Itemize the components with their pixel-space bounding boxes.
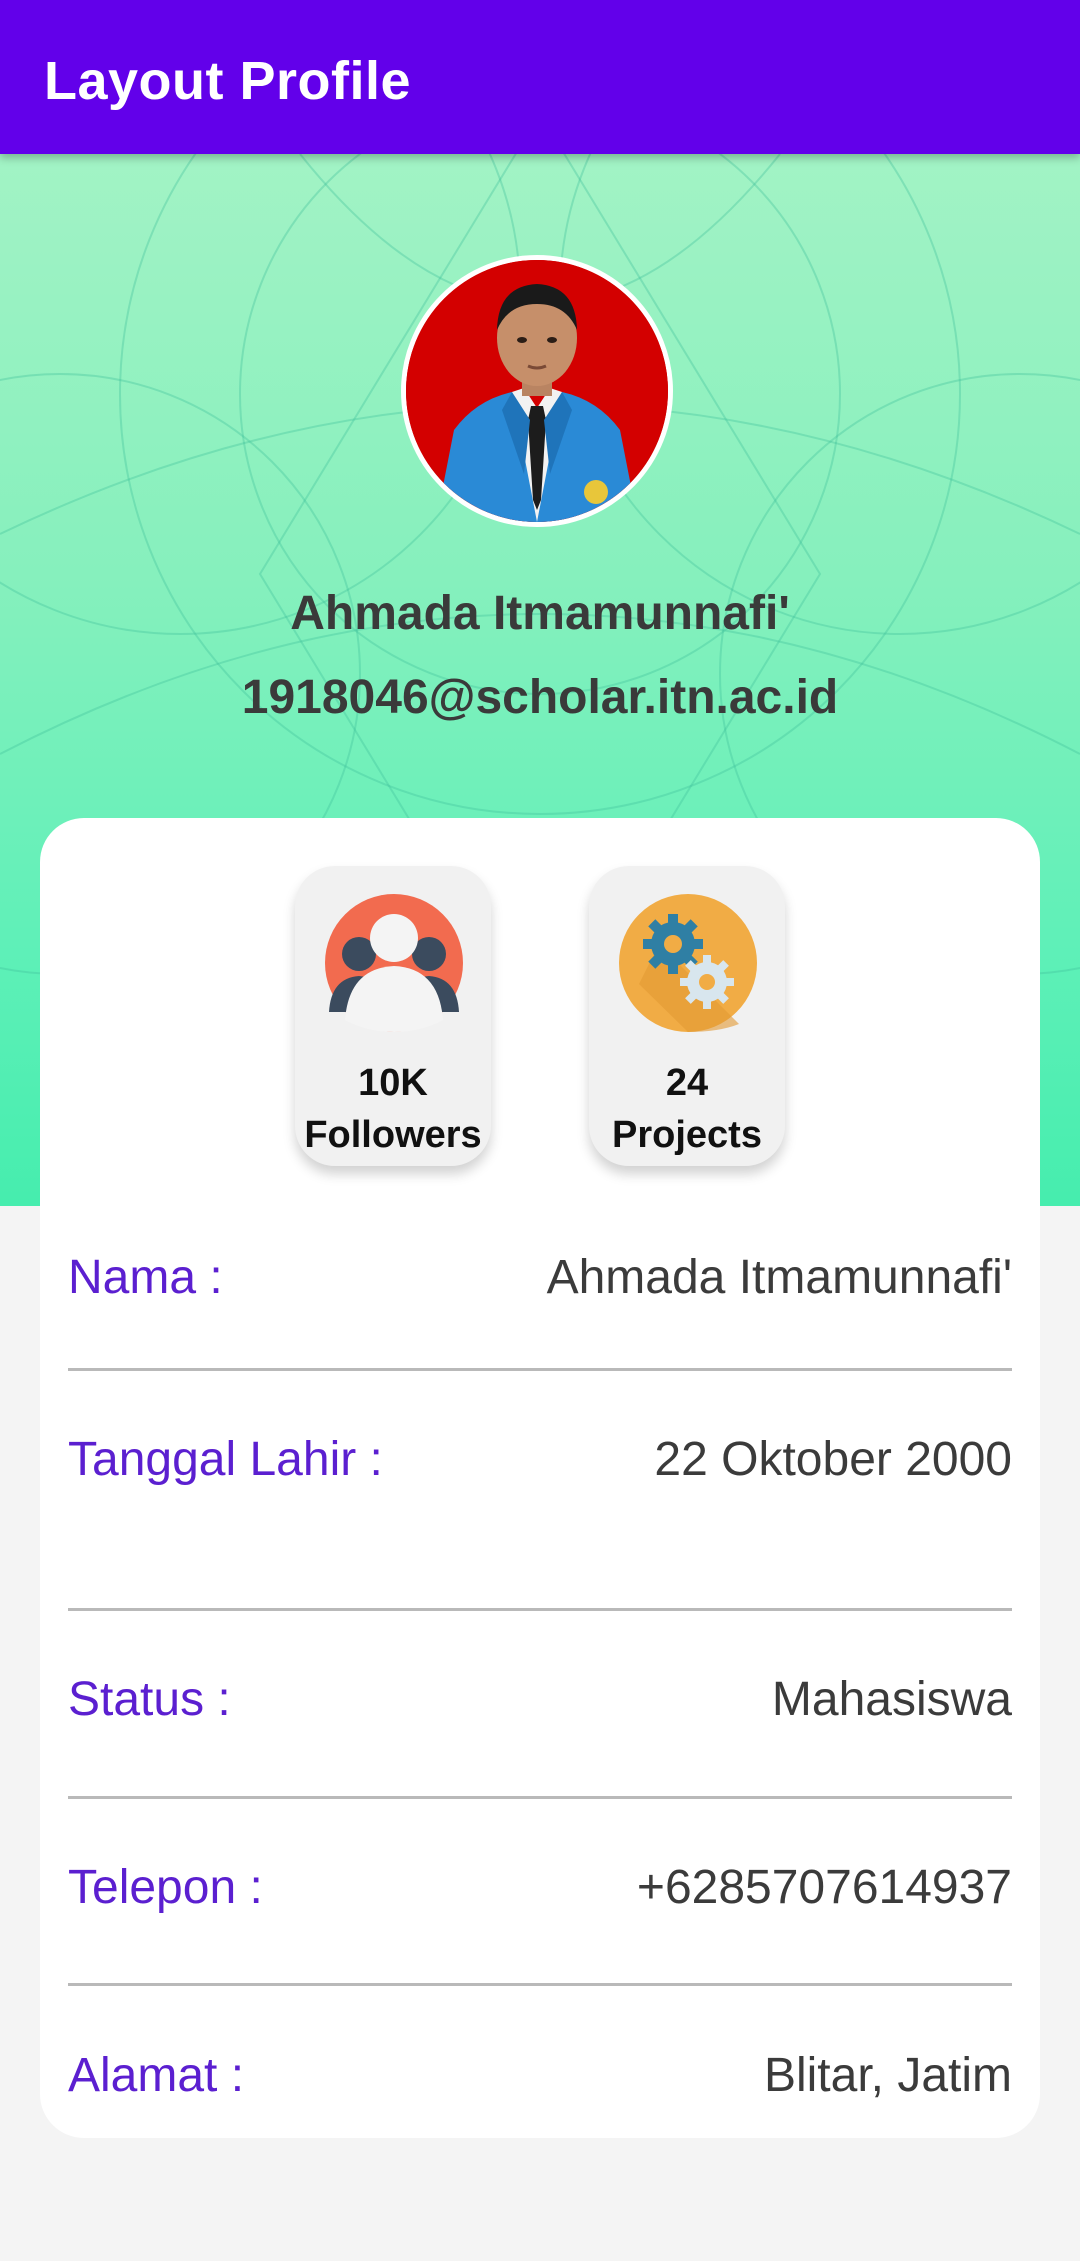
divider: [68, 1983, 1012, 1986]
divider: [68, 1368, 1012, 1371]
status-value: Mahasiswa: [771, 1673, 1012, 1726]
divider: [68, 1796, 1012, 1799]
projects-label: Projects: [612, 1114, 762, 1156]
telepon-value: +6285707614937: [636, 1861, 1012, 1914]
followers-icon: [325, 894, 463, 1032]
telepon-label: Telepon :: [68, 1861, 263, 1914]
avatar[interactable]: [401, 255, 673, 527]
app-bar: Layout Profile: [0, 0, 1080, 154]
nama-value: Ahmada Itmamunnafi': [546, 1251, 1012, 1304]
tanggal-lahir-value: 22 Oktober 2000: [654, 1433, 1012, 1486]
profile-name: Ahmada Itmamunnafi': [290, 587, 790, 640]
nama-label: Nama :: [68, 1251, 223, 1304]
profile-card: 10K Followers 24 Projects Nama: Ahmada …: [40, 818, 1040, 2138]
divider: [68, 1608, 1012, 1611]
app-bar-title: Layout Profile: [44, 51, 412, 111]
followers-count: 10K: [358, 1062, 428, 1104]
profile-photo: [406, 260, 668, 522]
alamat-label: Alamat :: [68, 2049, 245, 2102]
projects-count: 24: [665, 1062, 709, 1104]
profile-email: 1918046@scholar.itn.ac.id: [241, 671, 839, 724]
projects-stat-card[interactable]: 24 Projects: [589, 866, 785, 1166]
followers-label: Followers: [304, 1114, 482, 1156]
gears-icon: [619, 894, 757, 1032]
status-label: Status :: [68, 1673, 231, 1726]
alamat-value: Blitar, Jatim: [763, 2049, 1012, 2102]
followers-stat-card[interactable]: 10K Followers: [295, 866, 491, 1166]
tanggal-lahir-label: Tanggal Lahir :: [68, 1433, 383, 1486]
